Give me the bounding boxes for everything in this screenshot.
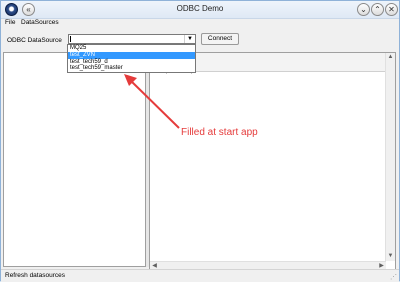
resize-grip-icon[interactable]: ⋰ [390,273,397,281]
chevron-down-icon[interactable]: ▼ [184,35,195,43]
connect-button[interactable]: Connect [201,33,239,45]
menu-bar: File DataSources [1,18,399,29]
datasource-dropdown-list[interactable]: MQ25 test_ZVN test_tech59_d test_tech59_… [67,44,196,73]
menu-datasources[interactable]: DataSources [21,19,59,26]
dropdown-option[interactable]: test_tech59_master [68,65,195,72]
datasource-combobox[interactable]: ▼ [68,34,196,44]
datasource-label: ODBC DataSource [7,37,62,44]
annotation-text: Filled at start app [181,127,258,138]
window-title: ODBC Demo [176,4,224,13]
scroll-up-icon[interactable]: ▲ [386,53,395,62]
vertical-scrollbar[interactable]: ▲ ▼ [385,53,395,261]
close-button[interactable]: ✕ [385,3,398,16]
minimize-button[interactable]: ⌄ [357,3,370,16]
dropdown-option[interactable]: test_tech59_d [68,59,195,66]
status-bar: Refresh datasources ⋰ [1,269,399,282]
dropdown-option[interactable]: MQ25 [68,45,195,52]
dropdown-option-selected[interactable]: test_ZVN [68,51,195,59]
title-bar: « ODBC Demo ⌄ ⌃ ✕ [1,1,399,19]
text-caret [70,36,71,42]
app-window: « ODBC Demo ⌄ ⌃ ✕ File DataSources ODBC … [0,0,400,282]
maximize-button[interactable]: ⌃ [371,3,384,16]
menu-file[interactable]: File [5,19,15,26]
annotation-arrow [124,74,180,129]
status-text: Refresh datasources [5,272,65,279]
scroll-down-icon[interactable]: ▼ [386,252,395,261]
